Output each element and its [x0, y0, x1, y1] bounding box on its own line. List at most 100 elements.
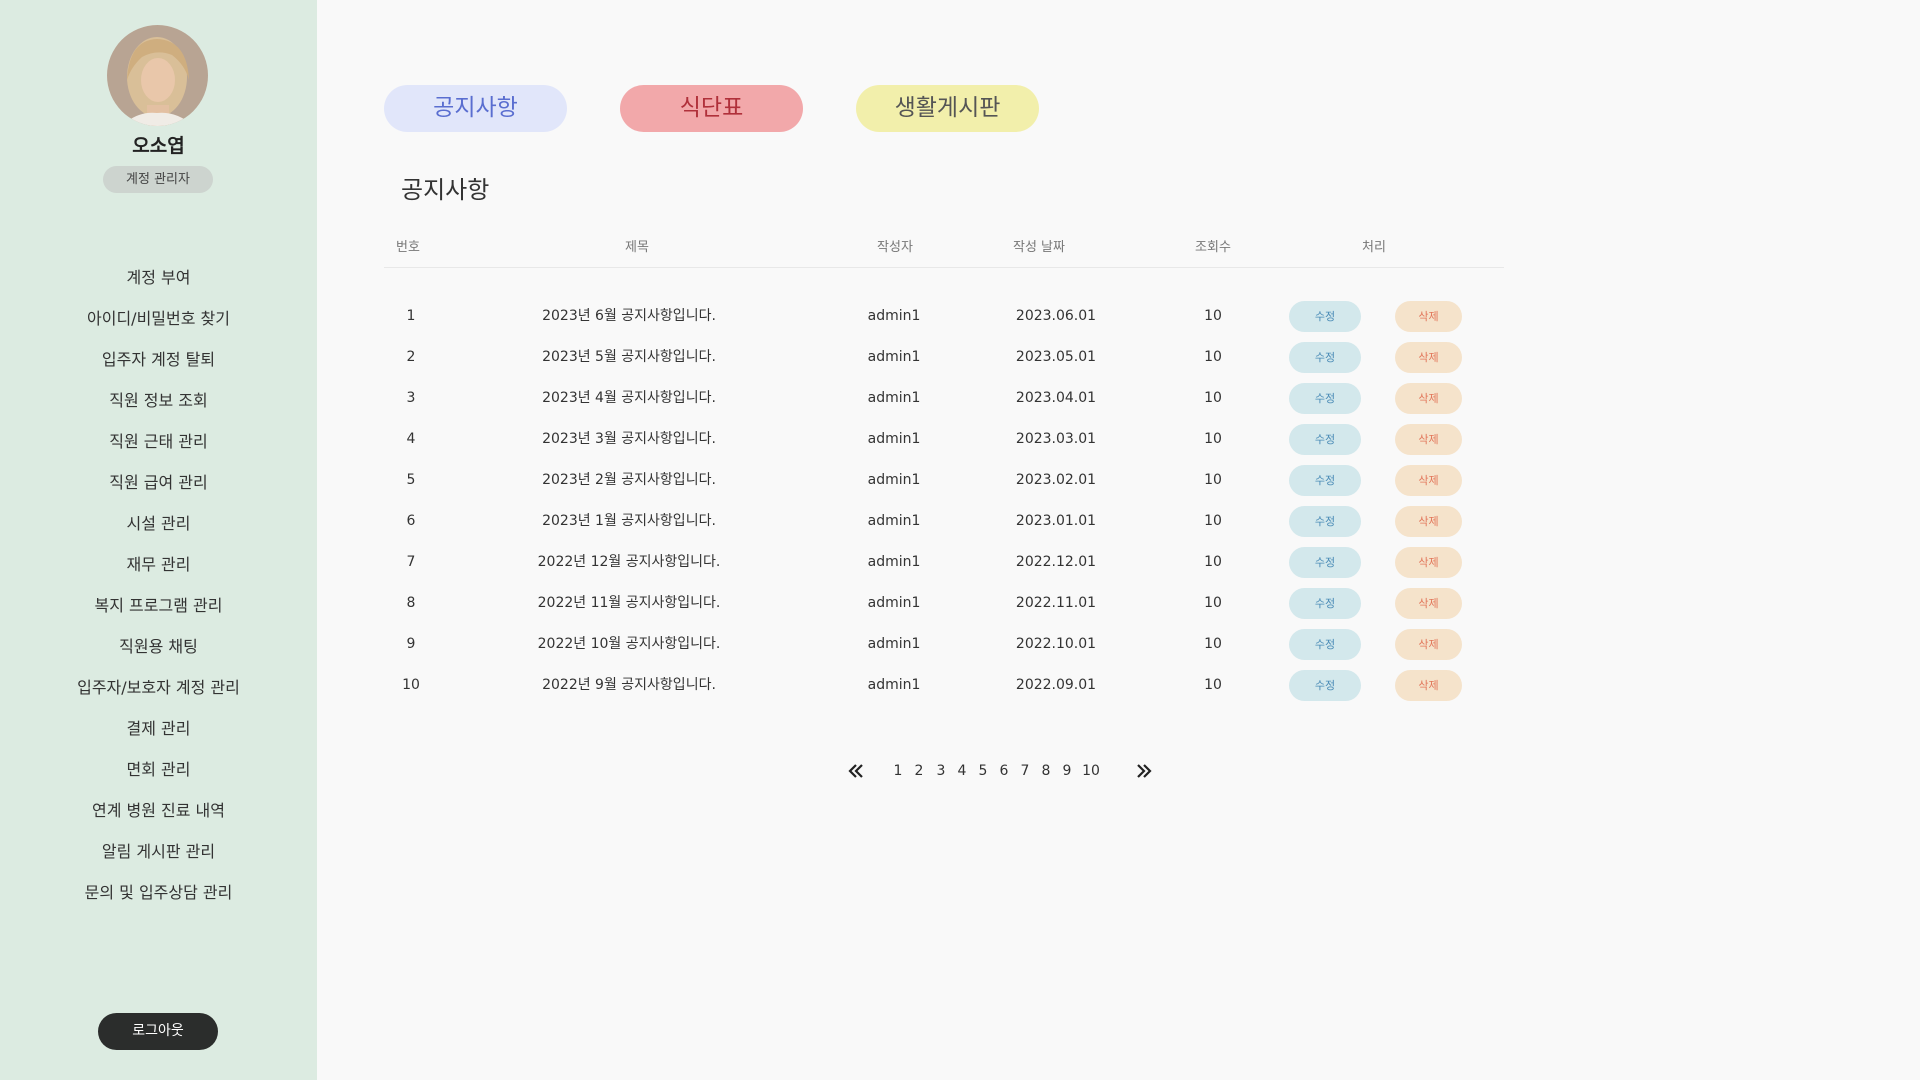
edit-button[interactable]: 수정 — [1289, 588, 1361, 619]
sidebar-item-notice-board[interactable]: 알림 게시판 관리 — [0, 831, 317, 872]
row-no: 7 — [406, 554, 416, 570]
header-date: 작성 날짜 — [1013, 240, 1065, 255]
edit-button[interactable]: 수정 — [1289, 629, 1361, 660]
table-header: 번호 제목 작성자 작성 날짜 조회수 처리 — [384, 228, 1504, 268]
row-author: admin1 — [867, 677, 921, 693]
header-title: 제목 — [625, 240, 649, 255]
row-views: 10 — [1204, 349, 1222, 365]
delete-button[interactable]: 삭제 — [1395, 547, 1462, 578]
tab-life-board[interactable]: 생활게시판 — [856, 85, 1039, 132]
page-link[interactable]: 4 — [958, 760, 967, 782]
row-title[interactable]: 2022년 9월 공지사항입니다. — [542, 665, 716, 706]
row-date: 2022.09.01 — [1015, 677, 1097, 693]
row-views: 10 — [1204, 513, 1222, 529]
row-title[interactable]: 2022년 11월 공지사항입니다. — [538, 583, 721, 624]
row-title[interactable]: 2023년 1월 공지사항입니다. — [542, 501, 716, 542]
sidebar-item-welfare-program[interactable]: 복지 프로그램 관리 — [0, 585, 317, 626]
page-link[interactable]: 2 — [915, 760, 924, 782]
row-title[interactable]: 2023년 3월 공지사항입니다. — [542, 419, 716, 460]
page-link[interactable]: 10 — [1082, 760, 1100, 782]
sidebar-item-facility[interactable]: 시설 관리 — [0, 503, 317, 544]
page-link[interactable]: 5 — [979, 760, 988, 782]
page-link[interactable]: 7 — [1021, 760, 1030, 782]
edit-button[interactable]: 수정 — [1289, 424, 1361, 455]
row-views: 10 — [1204, 677, 1222, 693]
row-no: 6 — [406, 513, 416, 529]
tab-notice[interactable]: 공지사항 — [384, 85, 567, 132]
header-author: 작성자 — [877, 240, 913, 255]
row-no: 2 — [406, 349, 416, 365]
sidebar-item-inquiry[interactable]: 문의 및 입주상담 관리 — [0, 872, 317, 913]
table-row: 5 2023년 2월 공지사항입니다. admin1 2023.02.01 10… — [384, 460, 1504, 501]
row-date: 2023.03.01 — [1015, 431, 1097, 447]
page-link[interactable]: 3 — [937, 760, 946, 782]
table-row: 3 2023년 4월 공지사항입니다. admin1 2023.04.01 10… — [384, 378, 1504, 419]
delete-button[interactable]: 삭제 — [1395, 301, 1462, 332]
row-author: admin1 — [867, 636, 921, 652]
sidebar-item-staff-chat[interactable]: 직원용 채팅 — [0, 626, 317, 667]
double-chevron-left-icon[interactable] — [847, 762, 865, 784]
edit-button[interactable]: 수정 — [1289, 465, 1361, 496]
page-link[interactable]: 1 — [894, 760, 903, 782]
row-title[interactable]: 2023년 2월 공지사항입니다. — [542, 460, 716, 501]
sidebar-menu: 계정 부여 아이디/비밀번호 찾기 입주자 계정 탈퇴 직원 정보 조회 직원 … — [0, 257, 317, 913]
row-title[interactable]: 2023년 6월 공지사항입니다. — [542, 296, 716, 337]
delete-button[interactable]: 삭제 — [1395, 342, 1462, 373]
row-title[interactable]: 2022년 10월 공지사항입니다. — [538, 624, 721, 665]
edit-button[interactable]: 수정 — [1289, 383, 1361, 414]
sidebar-item-hospital-records[interactable]: 연계 병원 진료 내역 — [0, 790, 317, 831]
sidebar-item-staff-attendance[interactable]: 직원 근태 관리 — [0, 421, 317, 462]
sidebar-item-staff-payroll[interactable]: 직원 급여 관리 — [0, 462, 317, 503]
delete-button[interactable]: 삭제 — [1395, 465, 1462, 496]
edit-button[interactable]: 수정 — [1289, 301, 1361, 332]
sidebar-item-find-id-password[interactable]: 아이디/비밀번호 찾기 — [0, 298, 317, 339]
delete-button[interactable]: 삭제 — [1395, 383, 1462, 414]
delete-button[interactable]: 삭제 — [1395, 506, 1462, 537]
sidebar-item-account-grant[interactable]: 계정 부여 — [0, 257, 317, 298]
row-no: 3 — [406, 390, 416, 406]
row-no: 4 — [406, 431, 416, 447]
pagination: 1 2 3 4 5 6 7 8 9 10 — [0, 760, 1920, 782]
row-author: admin1 — [867, 431, 921, 447]
delete-button[interactable]: 삭제 — [1395, 588, 1462, 619]
row-date: 2023.02.01 — [1015, 472, 1097, 488]
user-name: 오소엽 — [132, 135, 185, 157]
sidebar: 오소엽 계정 관리자 계정 부여 아이디/비밀번호 찾기 입주자 계정 탈퇴 직… — [0, 0, 317, 1080]
row-title[interactable]: 2023년 4월 공지사항입니다. — [542, 378, 716, 419]
sidebar-item-payment[interactable]: 결제 관리 — [0, 708, 317, 749]
tab-meal-menu[interactable]: 식단표 — [620, 85, 803, 132]
row-title[interactable]: 2023년 5월 공지사항입니다. — [542, 337, 716, 378]
row-title[interactable]: 2022년 12월 공지사항입니다. — [538, 542, 721, 583]
delete-button[interactable]: 삭제 — [1395, 670, 1462, 701]
logout-button[interactable]: 로그아웃 — [98, 1013, 218, 1050]
sidebar-item-resident-guardian-accounts[interactable]: 입주자/보호자 계정 관리 — [0, 667, 317, 708]
row-no: 5 — [406, 472, 416, 488]
table-row: 10 2022년 9월 공지사항입니다. admin1 2022.09.01 1… — [384, 665, 1504, 706]
row-date: 2022.12.01 — [1015, 554, 1097, 570]
row-date: 2022.11.01 — [1015, 595, 1097, 611]
sidebar-item-finance[interactable]: 재무 관리 — [0, 544, 317, 585]
row-views: 10 — [1204, 554, 1222, 570]
row-date: 2022.10.01 — [1015, 636, 1097, 652]
page-link[interactable]: 8 — [1042, 760, 1051, 782]
sidebar-item-resident-withdrawal[interactable]: 입주자 계정 탈퇴 — [0, 339, 317, 380]
table-row: 8 2022년 11월 공지사항입니다. admin1 2022.11.01 1… — [384, 583, 1504, 624]
sidebar-item-staff-info[interactable]: 직원 정보 조회 — [0, 380, 317, 421]
edit-button[interactable]: 수정 — [1289, 506, 1361, 537]
row-views: 10 — [1204, 472, 1222, 488]
row-author: admin1 — [867, 390, 921, 406]
page-link[interactable]: 6 — [1000, 760, 1009, 782]
double-chevron-right-icon[interactable] — [1135, 762, 1153, 784]
table-row: 2 2023년 5월 공지사항입니다. admin1 2023.05.01 10… — [384, 337, 1504, 378]
delete-button[interactable]: 삭제 — [1395, 629, 1462, 660]
edit-button[interactable]: 수정 — [1289, 342, 1361, 373]
edit-button[interactable]: 수정 — [1289, 547, 1361, 578]
row-author: admin1 — [867, 595, 921, 611]
page-title: 공지사항 — [401, 176, 490, 204]
row-views: 10 — [1204, 595, 1222, 611]
table-row: 9 2022년 10월 공지사항입니다. admin1 2022.10.01 1… — [384, 624, 1504, 665]
page-link[interactable]: 9 — [1063, 760, 1072, 782]
edit-button[interactable]: 수정 — [1289, 670, 1361, 701]
delete-button[interactable]: 삭제 — [1395, 424, 1462, 455]
header-views: 조회수 — [1195, 240, 1231, 255]
